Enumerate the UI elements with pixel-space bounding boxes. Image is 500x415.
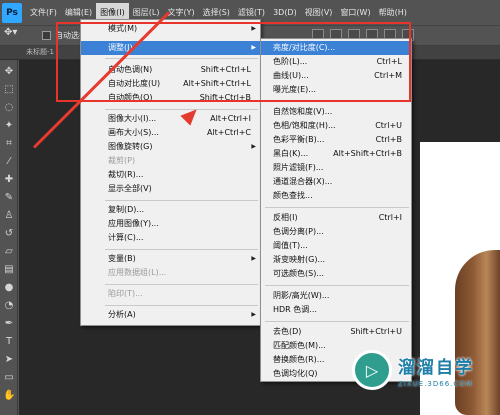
watermark: ▷ 溜溜自学 ZIXUE.3D66.COM: [352, 350, 474, 390]
submenu-item-black-white[interactable]: 黑白(K)... Alt+Shift+Ctrl+B: [261, 147, 411, 161]
hand-tool-icon[interactable]: ✋: [3, 390, 15, 402]
menu-separator: [105, 284, 258, 285]
rectangle-tool-icon[interactable]: ▭: [3, 372, 15, 384]
eraser-icon[interactable]: ▱: [3, 246, 15, 258]
watermark-text: 溜溜自学 ZIXUE.3D66.COM: [398, 353, 474, 388]
type-tool-icon[interactable]: T: [3, 336, 15, 348]
move-tool-icon[interactable]: ✥: [3, 66, 15, 78]
submenu-item-selective-color[interactable]: 可选颜色(S)...: [261, 267, 411, 281]
brush-tool-icon[interactable]: ✎: [3, 192, 15, 204]
menu-separator: [265, 207, 409, 208]
menu-layer[interactable]: 图层(L): [129, 7, 164, 18]
menu-item-image-size[interactable]: 图像大小(I)... Alt+Ctrl+I: [81, 112, 260, 126]
canvas-photo-figure: [455, 250, 500, 415]
history-brush-icon[interactable]: ↺: [3, 228, 15, 240]
crop-tool-icon[interactable]: ⌗: [3, 138, 15, 150]
menu-window[interactable]: 窗口(W): [336, 7, 374, 18]
menu-item-calculations[interactable]: 计算(C)...: [81, 231, 260, 245]
submenu-item-photo-filter[interactable]: 照片滤镜(F)...: [261, 161, 411, 175]
menu-item-duplicate[interactable]: 复制(D)...: [81, 203, 260, 217]
submenu-item-threshold[interactable]: 阈值(T)...: [261, 239, 411, 253]
path-selection-icon[interactable]: ➤: [3, 354, 15, 366]
menu-item-apply-image[interactable]: 应用图像(Y)...: [81, 217, 260, 231]
menu-separator: [105, 249, 258, 250]
clone-stamp-icon[interactable]: ♙: [3, 210, 15, 222]
watermark-url: ZIXUE.3D66.COM: [398, 379, 473, 388]
menu-filter[interactable]: 滤镜(T): [234, 7, 269, 18]
tools-panel: ✥ ⬚ ◌ ✦ ⌗ ⁄ ✚ ✎ ♙ ↺ ▱ ▤ ● ◔ ✒ T ➤ ▭ ✋: [0, 60, 18, 415]
menu-item-canvas-size[interactable]: 画布大小(S)... Alt+Ctrl+C: [81, 126, 260, 140]
pen-tool-icon[interactable]: ✒: [3, 318, 15, 330]
submenu-item-vibrance[interactable]: 自然饱和度(V)...: [261, 105, 411, 119]
menu-item-variables[interactable]: 变量(B) ▶: [81, 252, 260, 266]
menu-item-trim[interactable]: 裁切(R)...: [81, 168, 260, 182]
submenu-arrow-icon: ▶: [251, 255, 256, 262]
menu-select[interactable]: 选择(S): [199, 7, 234, 18]
submenu-arrow-icon: ▶: [251, 143, 256, 150]
menu-separator: [105, 200, 258, 201]
menu-edit[interactable]: 编辑(E): [61, 7, 96, 18]
menu-item-crop: 裁剪(P): [108, 156, 136, 165]
menu-item-apply-data-set: 应用数据组(L)...: [108, 268, 167, 277]
submenu-item-channel-mixer[interactable]: 通道混合器(X)...: [261, 175, 411, 189]
menu-separator: [105, 109, 258, 110]
watermark-play-icon: ▷: [352, 350, 392, 390]
menu-separator: [105, 305, 258, 306]
menu-separator: [265, 285, 409, 286]
dodge-tool-icon[interactable]: ◔: [3, 300, 15, 312]
submenu-item-desaturate[interactable]: 去色(D) Shift+Ctrl+U: [261, 325, 411, 339]
submenu-item-gradient-map[interactable]: 渐变映射(G)...: [261, 253, 411, 267]
menu-help[interactable]: 帮助(H): [375, 7, 411, 18]
submenu-item-shadows-highlights[interactable]: 阴影/高光(W)...: [261, 289, 411, 303]
auto-select-checkbox[interactable]: [42, 31, 51, 40]
submenu-item-posterize[interactable]: 色调分离(P)...: [261, 225, 411, 239]
watermark-title: 溜溜自学: [398, 357, 474, 378]
annotation-highlight-box: [56, 22, 411, 102]
submenu-item-color-lookup[interactable]: 颜色查找...: [261, 189, 411, 203]
photoshop-logo: Ps: [2, 2, 22, 23]
lasso-tool-icon[interactable]: ◌: [3, 102, 15, 114]
gradient-tool-icon[interactable]: ▤: [3, 264, 15, 276]
submenu-item-hue-saturation[interactable]: 色相/饱和度(H)... Ctrl+U: [261, 119, 411, 133]
menu-item-reveal-all[interactable]: 显示全部(V): [81, 182, 260, 196]
menu-3d[interactable]: 3D(D): [269, 8, 301, 17]
menu-item-analysis[interactable]: 分析(A) ▶: [81, 308, 260, 322]
document-tab[interactable]: 未标题-1: [26, 47, 54, 57]
menu-view[interactable]: 视图(V): [301, 7, 337, 18]
submenu-item-invert[interactable]: 反相(I) Ctrl+I: [261, 211, 411, 225]
submenu-arrow-icon: ▶: [251, 311, 256, 318]
submenu-item-hdr-toning[interactable]: HDR 色调...: [261, 303, 411, 317]
blur-tool-icon[interactable]: ●: [3, 282, 15, 294]
menu-item-trap: 陷印(T)...: [108, 289, 143, 298]
submenu-item-color-balance[interactable]: 色彩平衡(B)... Ctrl+B: [261, 133, 411, 147]
move-tool-icon[interactable]: ✥▾: [4, 27, 32, 44]
eyedropper-icon[interactable]: ⁄: [3, 156, 15, 168]
menu-item-image-rotation[interactable]: 图像旋转(G) ▶: [81, 140, 260, 154]
menu-separator: [265, 321, 409, 322]
marquee-tool-icon[interactable]: ⬚: [3, 84, 15, 96]
magic-wand-icon[interactable]: ✦: [3, 120, 15, 132]
healing-brush-icon[interactable]: ✚: [3, 174, 15, 186]
menu-file[interactable]: 文件(F): [26, 7, 61, 18]
